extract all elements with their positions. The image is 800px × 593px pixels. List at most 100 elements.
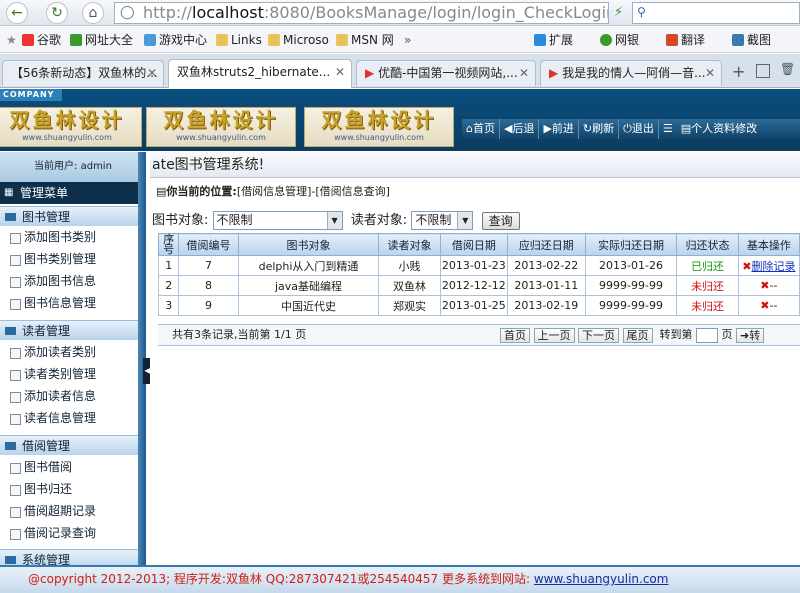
sidebar-item-borrow[interactable]: 图书借阅	[0, 457, 138, 478]
chevron-down-icon: ▼	[326, 212, 342, 229]
home-icon: ⌂	[466, 122, 473, 135]
breadcrumb: ▤你当前的位置:[借阅信息管理]-[借阅信息查询]	[156, 185, 390, 198]
sidebar-item-overdue[interactable]: 借阅超期记录	[0, 501, 138, 522]
system-title: ate图书管理系统!	[150, 152, 800, 178]
close-icon[interactable]: ✕	[705, 61, 715, 85]
close-icon[interactable]: ✕	[335, 60, 345, 84]
footer-site-link[interactable]: www.shuangyulin.com	[534, 572, 669, 586]
bookmark-microsoft[interactable]: Microso	[268, 32, 329, 48]
more-bookmarks-icon[interactable]: »	[404, 32, 411, 48]
sidebar-section-books[interactable]: 图书管理	[0, 206, 138, 226]
reader-filter-label: 读者对象:	[350, 213, 408, 228]
sidebar-item-book-type-manage[interactable]: 图书类别管理	[0, 249, 138, 270]
grid-icon: ▦	[4, 187, 14, 198]
search-icon: ⚲	[637, 5, 646, 19]
last-page-button[interactable]: 尾页	[622, 327, 653, 343]
restore-tab-icon[interactable]	[756, 64, 770, 78]
refresh-icon: ↻	[582, 122, 593, 135]
page-number-input[interactable]	[696, 327, 718, 343]
extensions-button[interactable]: 扩展	[534, 32, 573, 48]
bookmark-hao[interactable]: 网址大全	[70, 32, 133, 48]
app-banner: COMPANY 双鱼林设计 www.shuangyulin.com 双鱼林设计 ww…	[0, 89, 800, 151]
bookmark-google[interactable]: 谷歌	[22, 32, 61, 48]
sidebar-item-return[interactable]: 图书归还	[0, 479, 138, 500]
bookmark-games[interactable]: 游戏中心	[144, 32, 207, 48]
go-button[interactable]: ➜转	[736, 327, 765, 343]
sidebar-item-borrow-query[interactable]: 借阅记录查询	[0, 523, 138, 544]
logo: 双鱼林设计 www.shuangyulin.com	[146, 107, 296, 147]
sidebar-item-reader-type-manage[interactable]: 读者类别管理	[0, 364, 138, 385]
location-icon: ▤	[156, 185, 167, 198]
shield-icon: ◯	[120, 5, 135, 20]
trash-icon[interactable]: 🗑	[780, 62, 795, 76]
profile-icon: ▤	[680, 122, 692, 135]
company-label: COMPANY	[0, 89, 62, 101]
menu-icon: ☰	[662, 122, 673, 135]
bookmarks-bar: ★ 谷歌 网址大全 游戏中心 Links Microso MSN 网 » 扩展 …	[0, 27, 800, 53]
pager-controls: 首页 上一页 下一页 尾页 转到第 页 ➜转	[500, 325, 765, 345]
nav-back[interactable]: ◀后退	[500, 119, 540, 139]
action-placeholder: --	[769, 279, 778, 292]
sidebar-item-add-reader[interactable]: 添加读者信息	[0, 386, 138, 407]
column-header: 借阅日期	[439, 233, 509, 256]
bookmark-star-icon: ★	[6, 33, 17, 47]
page-unit-label: 页	[721, 328, 733, 341]
nav-forward[interactable]: ▶前进	[539, 119, 579, 139]
tab-struts2[interactable]: 双鱼林struts2_hibernate... ✕	[168, 59, 352, 88]
reader-filter-select[interactable]: 不限制 ▼	[411, 211, 474, 230]
url-input[interactable]: ◯ http://localhost:8080/BooksManage/logi…	[114, 2, 609, 24]
prev-page-button[interactable]: 上一页	[533, 327, 575, 343]
table-row: 1 7 delphi从入门到精通 小贱 2013-01-23 2013-02-2…	[157, 255, 800, 276]
book-filter-label: 图书对象:	[152, 213, 209, 228]
column-header: 读者对象	[378, 233, 441, 256]
bookmark-links[interactable]: Links	[216, 32, 262, 48]
book-filter-select[interactable]: 不限制 ▼	[212, 211, 343, 230]
filter-bar: 图书对象: 不限制 ▼ 读者对象: 不限制 ▼ 查询	[152, 209, 520, 230]
tab-music[interactable]: ▶ 我是我的情人—阿俏—音... ✕	[540, 60, 722, 86]
current-user: 当前用户: admin	[0, 152, 146, 182]
back-icon[interactable]: ←	[6, 2, 28, 24]
lightning-icon[interactable]: ⚡	[614, 5, 623, 20]
main-content: ate图书管理系统! ▤你当前的位置:[借阅信息管理]-[借阅信息查询] 图书对…	[150, 152, 800, 565]
bookmark-msn[interactable]: MSN 网	[336, 32, 394, 48]
close-icon[interactable]: ✕	[147, 61, 157, 85]
nav-home[interactable]: ⌂首页	[462, 119, 500, 139]
sidebar-item-reader-manage[interactable]: 读者信息管理	[0, 408, 138, 429]
translate-button[interactable]: 翻译	[666, 32, 705, 48]
action-placeholder: --	[769, 299, 778, 312]
search-input[interactable]: ⚲	[632, 2, 800, 24]
sidebar-item-add-book[interactable]: 添加图书信息	[0, 271, 138, 292]
sidebar-section-readers[interactable]: 读者管理	[0, 320, 138, 340]
sidebar-section-borrow[interactable]: 借阅管理	[0, 435, 138, 455]
status-not-returned: 未归还	[676, 275, 739, 296]
new-tab-icon[interactable]: +	[732, 62, 745, 81]
arrow-right-icon: ▶	[543, 122, 552, 135]
sidebar-item-book-manage[interactable]: 图书信息管理	[0, 293, 138, 314]
tab-youku[interactable]: ▶ 优酷-中国第一视频网站,... ✕	[356, 60, 536, 86]
ebank-button[interactable]: 网银	[600, 32, 639, 48]
delete-record-link[interactable]: 删除记录	[751, 260, 795, 273]
nav-refresh[interactable]: ↻刷新	[579, 119, 620, 139]
first-page-button[interactable]: 首页	[500, 327, 530, 343]
tab-dynamics[interactable]: 【56条新动态】双鱼林的... ✕	[2, 60, 164, 86]
logo: 双鱼林设计 www.shuangyulin.com	[0, 107, 142, 147]
refresh-icon[interactable]: ↻	[46, 2, 68, 24]
sidebar-item-add-book-type[interactable]: 添加图书类别	[0, 227, 138, 248]
screenshot-button[interactable]: 截图	[732, 32, 771, 48]
status-not-returned: 未归还	[676, 295, 739, 316]
logo: 双鱼林设计 www.shuangyulin.com	[304, 107, 454, 147]
chevron-down-icon: ▼	[457, 212, 473, 229]
footer: @copyright 2012-2013; 程序开发:双鱼林 QQ:287307…	[0, 565, 800, 593]
column-header: 序号	[157, 233, 180, 256]
home-icon[interactable]: ⌂	[82, 2, 104, 24]
close-icon[interactable]: ✕	[519, 61, 529, 85]
nav-profile[interactable]: ▤个人资料修改	[677, 119, 761, 139]
tab-bar: 【56条新动态】双鱼林的... ✕ 双鱼林struts2_hibernate...…	[0, 54, 800, 88]
query-button[interactable]: 查询	[481, 211, 520, 230]
sidebar-item-add-reader-type[interactable]: 添加读者类别	[0, 342, 138, 363]
url-path: :8080/BooksManage/login/login_CheckLogin…	[263, 3, 608, 22]
browser-address-bar: ← ↻ ⌂ ◯ http://localhost:8080/BooksManag…	[0, 0, 800, 26]
column-header: 借阅编号	[178, 233, 239, 256]
next-page-button[interactable]: 下一页	[578, 327, 619, 343]
nav-logout[interactable]: ⏻退出	[619, 119, 659, 139]
